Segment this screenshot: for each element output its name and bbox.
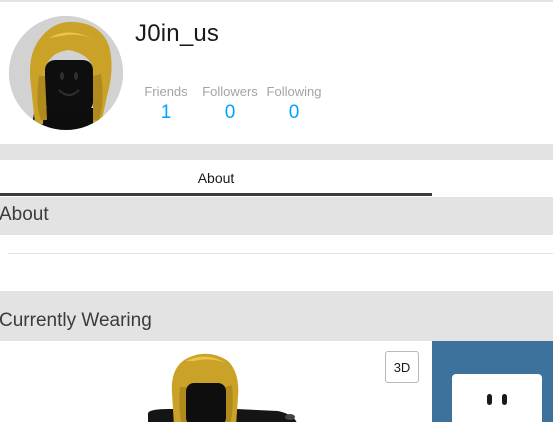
stat-following-label: Following	[266, 84, 322, 99]
wearing-assets-panel	[432, 341, 553, 422]
asset-thumbnail[interactable]	[452, 374, 542, 422]
avatar-headshot-image	[9, 16, 123, 130]
stat-followers[interactable]: Followers 0	[199, 84, 261, 124]
currently-wearing-header: Currently Wearing	[0, 291, 553, 341]
tab-about[interactable]: About	[0, 160, 432, 196]
avatar-3d-view[interactable]	[128, 351, 308, 422]
section-separator	[0, 144, 553, 160]
about-title: About	[0, 204, 49, 225]
stat-followers-count[interactable]: 0	[199, 102, 261, 124]
face-eye-icon	[487, 394, 492, 405]
avatar[interactable]	[9, 16, 123, 130]
toggle-3d-button[interactable]: 3D	[385, 351, 419, 383]
stat-following[interactable]: Following 0	[263, 84, 325, 124]
profile-page: J0in_us Friends 1 Followers 0 Following …	[0, 0, 553, 422]
profile-header: J0in_us Friends 1 Followers 0 Following …	[0, 2, 553, 144]
currently-wearing-title: Currently Wearing	[0, 310, 152, 331]
stat-followers-label: Followers	[202, 84, 258, 99]
avatar-body-image	[148, 353, 297, 422]
face-eye-icon	[502, 394, 507, 405]
username: J0in_us	[135, 20, 220, 47]
currently-wearing-content: 3D	[0, 341, 553, 422]
about-divider	[8, 253, 553, 254]
stat-friends-count[interactable]: 1	[135, 102, 197, 124]
about-content	[0, 235, 553, 291]
about-header: About	[0, 197, 553, 235]
stat-friends-label: Friends	[144, 84, 188, 99]
profile-tabs: About	[0, 160, 553, 197]
stat-friends[interactable]: Friends 1	[135, 84, 197, 124]
stat-following-count[interactable]: 0	[263, 102, 325, 124]
